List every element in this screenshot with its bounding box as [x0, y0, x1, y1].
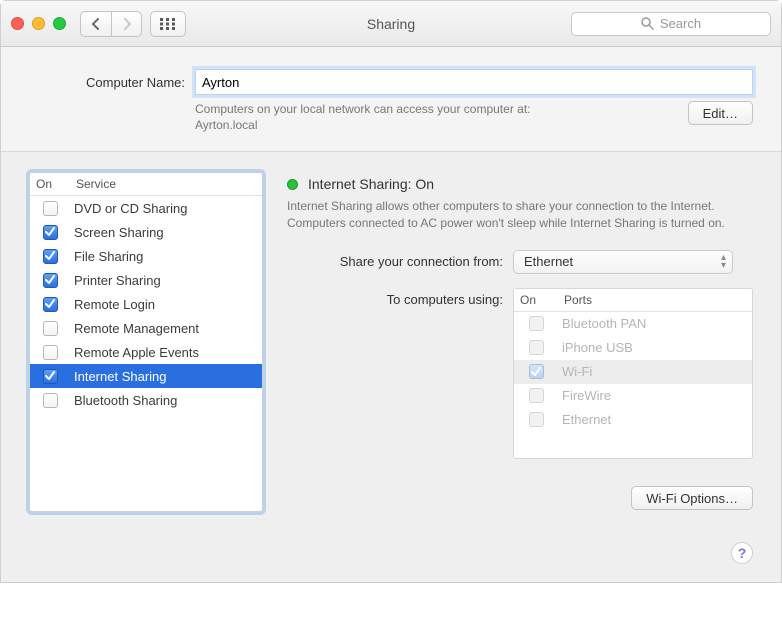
- service-label: Bluetooth Sharing: [74, 393, 177, 408]
- computer-name-input[interactable]: [195, 69, 753, 95]
- service-row[interactable]: Remote Apple Events: [30, 340, 262, 364]
- nav-back-forward: [80, 11, 142, 37]
- port-row[interactable]: Wi-Fi: [514, 360, 752, 384]
- port-row[interactable]: Ethernet: [514, 408, 752, 432]
- service-checkbox[interactable]: [43, 249, 58, 264]
- services-header: On Service: [30, 173, 262, 196]
- service-row[interactable]: Internet Sharing: [30, 364, 262, 388]
- forward-button[interactable]: [111, 12, 141, 36]
- to-computers-label: To computers using:: [287, 288, 503, 307]
- grid-icon: [160, 18, 176, 30]
- port-checkbox[interactable]: [529, 364, 544, 379]
- port-label: FireWire: [562, 388, 611, 403]
- service-checkbox[interactable]: [43, 201, 58, 216]
- service-detail: Internet Sharing: On Internet Sharing al…: [287, 172, 753, 554]
- close-window-button[interactable]: [11, 17, 24, 30]
- port-label: Ethernet: [562, 412, 611, 427]
- services-table[interactable]: On Service DVD or CD Sharing Screen Shari…: [29, 172, 263, 512]
- computer-name-section: Computer Name: Computers on your local n…: [1, 47, 781, 152]
- back-button[interactable]: [81, 12, 111, 36]
- port-checkbox[interactable]: [529, 340, 544, 355]
- service-row[interactable]: Remote Login: [30, 292, 262, 316]
- status-description: Internet Sharing allows other computers …: [287, 198, 747, 232]
- computer-name-hint: Computers on your local network can acce…: [195, 101, 530, 133]
- service-checkbox[interactable]: [43, 393, 58, 408]
- show-all-button[interactable]: [150, 11, 186, 37]
- search-input[interactable]: Search: [571, 12, 771, 36]
- service-checkbox[interactable]: [43, 225, 58, 240]
- status-title: Internet Sharing: On: [308, 176, 434, 192]
- ports-col-ports: Ports: [558, 289, 752, 311]
- port-row[interactable]: iPhone USB: [514, 336, 752, 360]
- service-row[interactable]: Bluetooth Sharing: [30, 388, 262, 412]
- service-label: Internet Sharing: [74, 369, 167, 384]
- service-label: DVD or CD Sharing: [74, 201, 187, 216]
- service-label: Remote Login: [74, 297, 155, 312]
- share-from-label: Share your connection from:: [287, 254, 503, 269]
- service-label: Screen Sharing: [74, 225, 164, 240]
- titlebar: Sharing Search: [1, 1, 781, 47]
- edit-hostname-button[interactable]: Edit…: [688, 101, 753, 125]
- port-label: Bluetooth PAN: [562, 316, 646, 331]
- service-label: Printer Sharing: [74, 273, 161, 288]
- window-controls: [11, 17, 66, 30]
- service-row[interactable]: DVD or CD Sharing: [30, 196, 262, 220]
- service-label: File Sharing: [74, 249, 143, 264]
- service-label: Remote Apple Events: [74, 345, 199, 360]
- service-label: Remote Management: [74, 321, 199, 336]
- service-row[interactable]: Printer Sharing: [30, 268, 262, 292]
- service-row[interactable]: Remote Management: [30, 316, 262, 340]
- help-button[interactable]: ?: [731, 542, 753, 564]
- sharing-body: On Service DVD or CD Sharing Screen Shari…: [1, 152, 781, 582]
- service-checkbox[interactable]: [43, 345, 58, 360]
- col-on: On: [30, 173, 70, 195]
- chevron-left-icon: [91, 18, 101, 30]
- port-row[interactable]: Bluetooth PAN: [514, 312, 752, 336]
- computer-name-label: Computer Name:: [29, 75, 185, 90]
- col-service: Service: [70, 173, 262, 195]
- chevron-right-icon: [122, 18, 132, 30]
- port-checkbox[interactable]: [529, 316, 544, 331]
- status-indicator-icon: [287, 179, 298, 190]
- ports-table[interactable]: On Ports Bluetooth PAN iPhone USB Wi-Fi Fir…: [513, 288, 753, 459]
- service-checkbox[interactable]: [43, 321, 58, 336]
- service-checkbox[interactable]: [43, 273, 58, 288]
- search-placeholder: Search: [660, 16, 701, 31]
- share-from-value: Ethernet: [524, 254, 573, 269]
- port-row[interactable]: FireWire: [514, 384, 752, 408]
- port-label: Wi-Fi: [562, 364, 592, 379]
- port-label: iPhone USB: [562, 340, 633, 355]
- ports-col-on: On: [514, 289, 558, 311]
- port-checkbox[interactable]: [529, 412, 544, 427]
- zoom-window-button[interactable]: [53, 17, 66, 30]
- service-checkbox[interactable]: [43, 297, 58, 312]
- search-icon: [641, 17, 654, 30]
- service-row[interactable]: File Sharing: [30, 244, 262, 268]
- popup-arrows-icon: ▴▾: [721, 254, 726, 270]
- ports-header: On Ports: [514, 289, 752, 312]
- port-checkbox[interactable]: [529, 388, 544, 403]
- sharing-prefpane: Sharing Search Computer Name: Computers …: [0, 0, 782, 583]
- share-from-popup[interactable]: Ethernet ▴▾: [513, 250, 733, 274]
- service-checkbox[interactable]: [43, 369, 58, 384]
- minimize-window-button[interactable]: [32, 17, 45, 30]
- wifi-options-button[interactable]: Wi-Fi Options…: [631, 486, 753, 510]
- service-row[interactable]: Screen Sharing: [30, 220, 262, 244]
